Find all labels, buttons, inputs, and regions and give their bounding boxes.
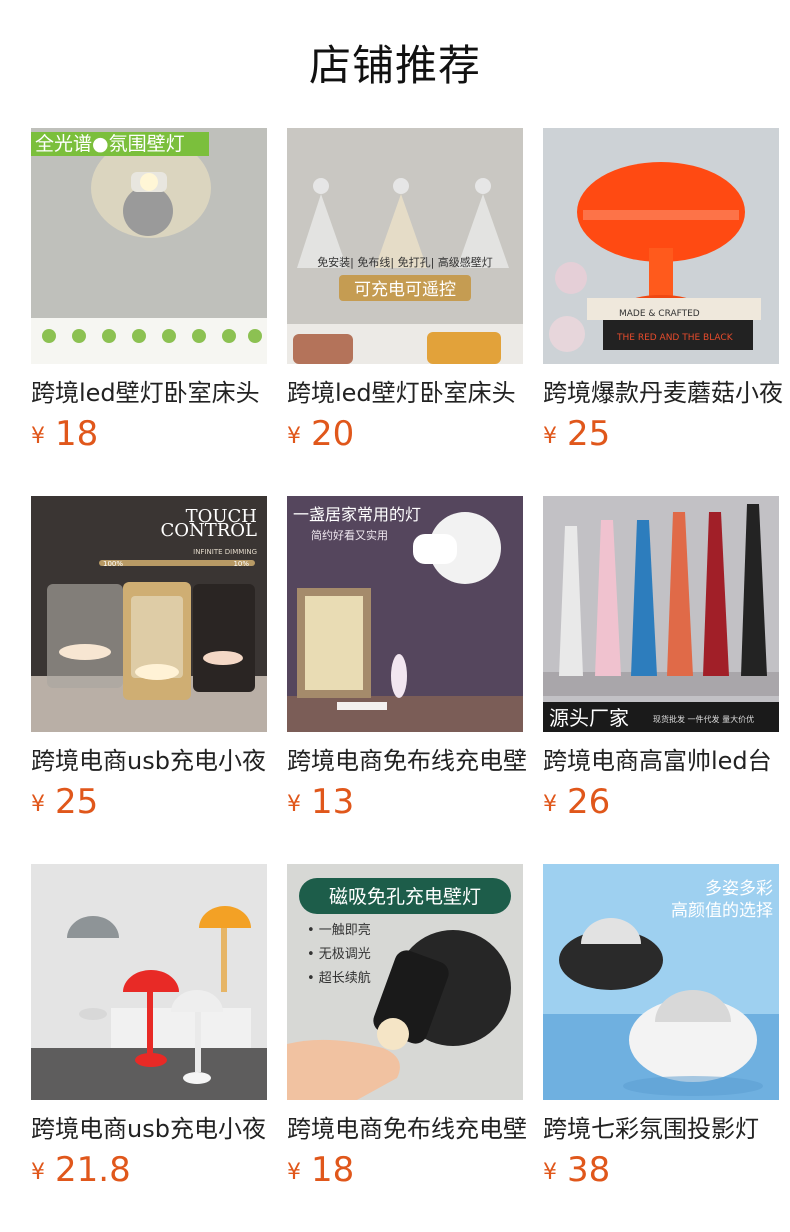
svg-text:• 一触即亮: • 一触即亮 (307, 922, 371, 938)
svg-text:多姿多彩: 多姿多彩 (705, 879, 773, 899)
price-amount: 26 (567, 782, 611, 822)
svg-text:可充电可遥控: 可充电可遥控 (354, 280, 456, 300)
svg-text:源头厂家: 源头厂家 (549, 706, 629, 730)
product-price: ¥25 (543, 414, 610, 454)
product-name[interactable]: 跨境led壁灯卧室床头 (31, 376, 271, 410)
svg-text:CONTROL: CONTROL (160, 520, 257, 541)
product-card[interactable]: 磁吸免孔充电壁灯 • 一触即亮 • 无极调光 • 超长续航 跨境电商免布线充电壁… (287, 864, 527, 1204)
price-amount: 25 (567, 414, 611, 454)
product-image[interactable]: 一盏居家常用的灯 简约好看又实用 (287, 496, 523, 732)
product-image[interactable]: 免安装| 免布线| 免打孔| 高级感壁灯 可充电可遥控 (287, 128, 523, 364)
currency-symbol: ¥ (31, 1160, 45, 1185)
product-name[interactable]: 跨境电商usb充电小夜 (31, 744, 271, 778)
product-image[interactable]: MADE & CRAFTED THE RED AND THE BLACK (543, 128, 779, 364)
product-card[interactable]: TOUCH CONTROL INFINITE DIMMING 100% 10% … (31, 496, 267, 836)
currency-symbol: ¥ (31, 792, 45, 817)
price-amount: 18 (311, 1150, 355, 1190)
product-image[interactable]: 全光谱●氛围壁灯 (31, 128, 267, 364)
product-name[interactable]: 跨境电商高富帅led台 (543, 744, 783, 778)
product-image[interactable]: 源头厂家 现货批发 一件代发 量大价优 (543, 496, 779, 732)
currency-symbol: ¥ (543, 792, 557, 817)
product-card[interactable]: 跨境电商usb充电小夜 ¥21.8 (31, 864, 267, 1204)
svg-text:• 无极调光: • 无极调光 (307, 947, 371, 962)
product-price: ¥26 (543, 782, 610, 822)
product-image[interactable]: 磁吸免孔充电壁灯 • 一触即亮 • 无极调光 • 超长续航 (287, 864, 523, 1100)
product-image[interactable]: 多姿多彩 高颜值的选择 (543, 864, 779, 1100)
product-price: ¥38 (543, 1150, 610, 1190)
svg-text:100%: 100% (103, 560, 123, 568)
svg-text:简约好看又实用: 简约好看又实用 (311, 528, 388, 542)
product-card[interactable]: 免安装| 免布线| 免打孔| 高级感壁灯 可充电可遥控 跨境led壁灯卧室床头 … (287, 128, 523, 468)
product-price: ¥18 (31, 414, 98, 454)
price-amount: 21.8 (55, 1150, 131, 1190)
currency-symbol: ¥ (287, 792, 301, 817)
svg-text:高颜值的选择: 高颜值的选择 (671, 901, 773, 921)
product-price: ¥20 (287, 414, 354, 454)
currency-symbol: ¥ (543, 424, 557, 449)
page-title: 店铺推荐 (308, 41, 481, 90)
currency-symbol: ¥ (287, 1160, 301, 1185)
product-card[interactable]: 全光谱●氛围壁灯 跨境led壁灯卧室床头 ¥18 (31, 128, 267, 468)
product-name[interactable]: 跨境七彩氛围投影灯 (543, 1112, 783, 1146)
product-name[interactable]: 跨境led壁灯卧室床头 (287, 376, 527, 410)
product-price: ¥25 (31, 782, 98, 822)
svg-text:磁吸免孔充电壁灯: 磁吸免孔充电壁灯 (329, 886, 481, 908)
currency-symbol: ¥ (543, 1160, 557, 1185)
product-price: ¥18 (287, 1150, 354, 1190)
svg-text:INFINITE DIMMING: INFINITE DIMMING (193, 548, 257, 556)
store-recommendation-page: 店铺推荐 全光谱●氛围壁灯 跨境led壁灯卧室床头 ¥ 18 免安装| 免布线|… (0, 0, 790, 1232)
product-card[interactable]: 一盏居家常用的灯 简约好看又实用 跨境电商免布线充电壁 ¥13 (287, 496, 527, 836)
svg-text:一盏居家常用的灯: 一盏居家常用的灯 (293, 505, 421, 524)
svg-text:THE RED AND THE BLACK: THE RED AND THE BLACK (616, 333, 734, 343)
product-card[interactable]: 源头厂家 现货批发 一件代发 量大价优 跨境电商高富帅led台 ¥26 (543, 496, 779, 836)
product-name[interactable]: 跨境电商usb充电小夜 (31, 1112, 271, 1146)
product-image[interactable]: TOUCH CONTROL INFINITE DIMMING 100% 10% (31, 496, 267, 732)
product-name[interactable]: 跨境爆款丹麦蘑菇小夜 (543, 376, 783, 410)
svg-text:全光谱●氛围壁灯: 全光谱●氛围壁灯 (35, 133, 185, 155)
svg-text:现货批发 一件代发 量大价优: 现货批发 一件代发 量大价优 (653, 714, 754, 724)
currency-symbol: ¥ (31, 424, 45, 449)
price-amount: 38 (567, 1150, 611, 1190)
product-card[interactable]: 多姿多彩 高颜值的选择 跨境七彩氛围投影灯 ¥38 (543, 864, 779, 1204)
svg-text:MADE & CRAFTED: MADE & CRAFTED (619, 309, 700, 319)
product-image[interactable] (31, 864, 267, 1100)
product-name[interactable]: 跨境电商免布线充电壁 (287, 1112, 527, 1146)
svg-text:免安装| 免布线| 免打孔| 高级感壁灯: 免安装| 免布线| 免打孔| 高级感壁灯 (317, 255, 493, 269)
product-card[interactable]: MADE & CRAFTED THE RED AND THE BLACK 跨境爆… (543, 128, 783, 468)
svg-text:• 超长续航: • 超长续航 (307, 970, 371, 986)
currency-symbol: ¥ (287, 424, 301, 449)
price-amount: 13 (311, 782, 355, 822)
product-price: ¥21.8 (31, 1150, 131, 1190)
product-name[interactable]: 跨境电商免布线充电壁 (287, 744, 527, 778)
price-amount: 20 (311, 414, 355, 454)
price-amount: 18 (55, 414, 99, 454)
product-price: ¥13 (287, 782, 354, 822)
svg-text:10%: 10% (233, 560, 249, 568)
price-amount: 25 (55, 782, 99, 822)
